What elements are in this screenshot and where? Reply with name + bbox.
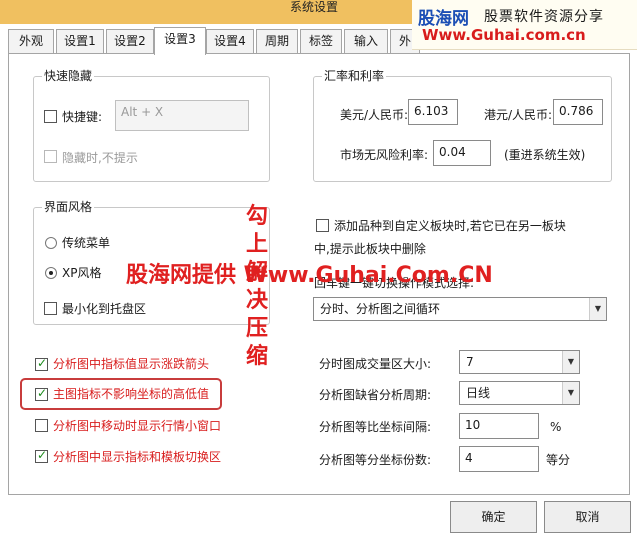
hkd-label: 港元/人民币: (484, 108, 553, 122)
chevron-down-icon: ▼ (589, 298, 606, 320)
tab-settings-3[interactable]: 设置3 (154, 27, 206, 55)
ratio-unit: % (550, 420, 562, 434)
tab-input[interactable]: 输入 (344, 29, 388, 53)
traditional-menu-label: 传统菜单 (62, 236, 111, 250)
indicator-arrow-label: 分析图中指标值显示涨跌箭头 (53, 357, 210, 371)
traditional-menu-radio[interactable] (45, 237, 57, 249)
tab-settings-2[interactable]: 设置2 (106, 29, 154, 53)
indicator-arrow-checkbox[interactable] (35, 356, 48, 371)
style-title: 界面风格 (42, 200, 95, 214)
tab-tags[interactable]: 标签 (300, 29, 342, 53)
hotkey-checkbox[interactable] (44, 110, 57, 123)
rates-group: 汇率和利率 (313, 69, 612, 182)
hotkey-label: 快捷键: (62, 110, 103, 124)
no-prompt-checkbox[interactable] (44, 150, 57, 163)
riskfree-field[interactable]: 0.04 (433, 140, 491, 166)
watermark-text: 股海网提供 Www.Guhai.Com.CN (126, 263, 493, 288)
restart-note: (重进系统生效) (504, 148, 586, 162)
tab-period[interactable]: 周期 (256, 29, 298, 53)
main-indicator-checkbox[interactable] (35, 386, 48, 401)
chevron-down-icon: ▼ (562, 351, 579, 373)
logo-url: Www.Guhai.com.cn (422, 26, 586, 44)
default-period-value: 日线 (466, 386, 491, 400)
volume-area-label: 分时图成交量区大小: (319, 357, 432, 371)
quick-hide-title: 快速隐藏 (42, 69, 95, 83)
volume-area-value: 7 (466, 355, 474, 369)
site-logo: 股海网 股票软件资源分享 Www.Guhai.com.cn (412, 0, 637, 50)
main-indicator-label: 主图指标不影响坐标的高低值 (53, 387, 210, 401)
cancel-button[interactable]: 取消 (544, 501, 631, 533)
quote-window-label: 分析图中移动时显示行情小窗口 (53, 419, 222, 433)
division-field[interactable]: 4 (459, 446, 539, 472)
tab-strip: 外观 设置1 设置2 设置3 设置4 周期 标签 输入 外 (8, 27, 428, 55)
enter-mode-value: 分时、分析图之间循环 (320, 302, 441, 316)
logo-slogan: 股票软件资源分享 (484, 9, 604, 25)
volume-area-select[interactable]: 7 ▼ (459, 350, 580, 374)
xp-style-label: XP风格 (62, 266, 102, 280)
switch-area-label: 分析图中显示指标和模板切换区 (53, 450, 222, 464)
usd-field[interactable]: 6.103 (408, 99, 458, 125)
tab-appearance[interactable]: 外观 (8, 29, 54, 53)
xp-style-radio[interactable] (45, 267, 57, 279)
tab-settings-1[interactable]: 设置1 (56, 29, 104, 53)
window-title: 系统设置 (290, 0, 339, 14)
division-unit: 等分 (546, 453, 571, 467)
enter-mode-select[interactable]: 分时、分析图之间循环 ▼ (313, 297, 607, 321)
usd-label: 美元/人民币: (340, 108, 409, 122)
hotkey-field[interactable]: Alt + X (115, 100, 249, 131)
ratio-interval-label: 分析图等比坐标间隔: (319, 420, 432, 434)
chevron-down-icon: ▼ (562, 382, 579, 404)
quote-window-checkbox[interactable] (35, 419, 48, 432)
tab-settings-4[interactable]: 设置4 (206, 29, 254, 53)
hkd-field[interactable]: 0.786 (553, 99, 603, 125)
no-prompt-label: 隐藏时,不提示 (62, 151, 138, 165)
default-period-select[interactable]: 日线 ▼ (459, 381, 580, 405)
ratio-interval-field[interactable]: 10 (459, 413, 539, 439)
switch-area-checkbox[interactable] (35, 448, 48, 463)
minimize-tray-label: 最小化到托盘区 (62, 302, 147, 316)
custom-block-line1: 添加品种到自定义板块时,若它已在另一板块 (334, 219, 566, 233)
ok-button[interactable]: 确定 (450, 501, 537, 533)
division-label: 分析图等分坐标份数: (319, 453, 432, 467)
default-period-label: 分析图缺省分析周期: (319, 388, 432, 402)
riskfree-label: 市场无风险利率: (340, 148, 429, 162)
minimize-tray-checkbox[interactable] (44, 302, 57, 315)
vertical-annotation: 勾上解决压缩 (246, 204, 269, 369)
rates-title: 汇率和利率 (322, 69, 387, 83)
custom-block-checkbox[interactable] (316, 219, 329, 232)
custom-block-line2: 中,提示此板块中删除 (314, 242, 426, 256)
